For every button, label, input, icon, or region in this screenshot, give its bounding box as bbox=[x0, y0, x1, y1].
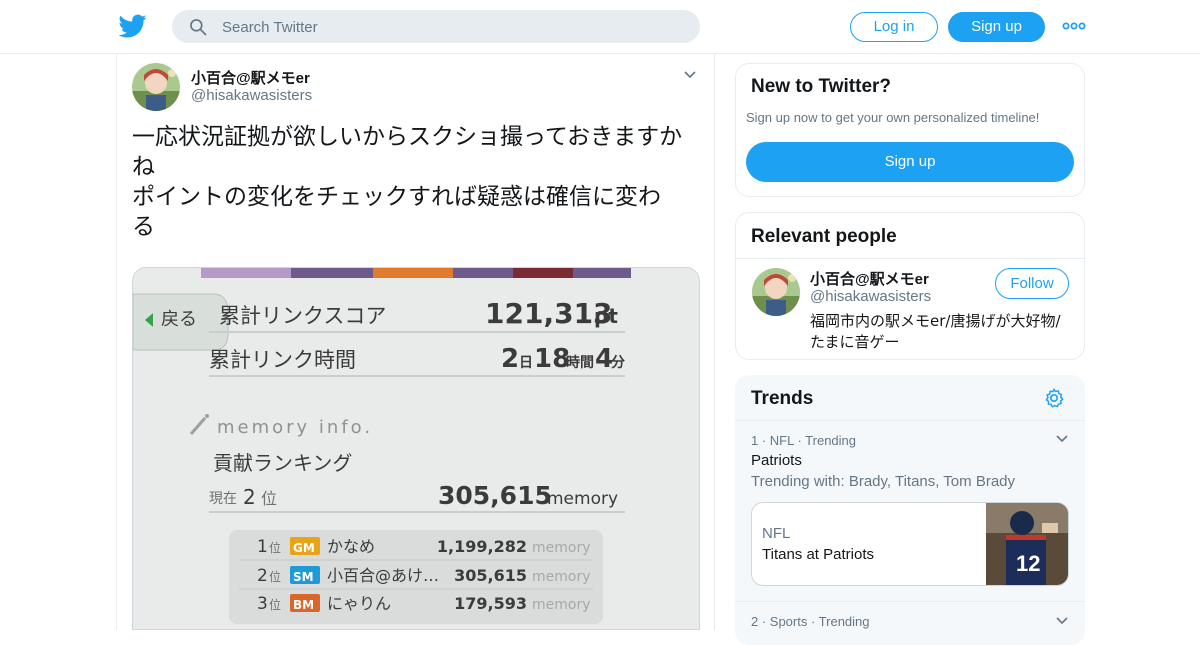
ranking-rank: 1 bbox=[257, 537, 268, 557]
chevron-down-icon[interactable] bbox=[1055, 614, 1069, 628]
ranking-badge-label: GM bbox=[293, 541, 315, 555]
current-label: 現在 bbox=[209, 491, 237, 507]
current-rank: 2 bbox=[243, 485, 256, 509]
relevant-people-title: Relevant people bbox=[751, 226, 897, 247]
divider bbox=[735, 601, 1085, 602]
link-time-minutes-unit: 分 bbox=[611, 355, 625, 371]
signup-button[interactable]: Sign up bbox=[948, 12, 1045, 42]
search-bar[interactable] bbox=[172, 10, 700, 43]
ranking-name: にゃりん bbox=[327, 594, 391, 613]
tweet-column: 小百合@駅メモer @hisakawasisters 一応状況証拠が欲しいからス… bbox=[116, 54, 715, 630]
relevant-person-bio: 福岡市内の駅メモer/唐揚げが大好物/ たまに音ゲー bbox=[810, 311, 1075, 353]
ranking-value: 305,615 bbox=[454, 566, 527, 585]
trend-meta: 1 · NFL · Trending bbox=[751, 433, 857, 448]
link-time-days-unit: 日 bbox=[519, 355, 533, 371]
tweet-line: ね bbox=[132, 154, 155, 180]
ranking-rank-unit: 位 bbox=[269, 569, 281, 584]
link-score-unit: pt bbox=[594, 304, 618, 328]
avatar-image bbox=[132, 63, 180, 111]
link-time-hours: 18 bbox=[534, 344, 570, 374]
ranking-value: 179,593 bbox=[454, 594, 527, 613]
event-photo: 12 bbox=[986, 503, 1068, 585]
event-title: Titans at Patriots bbox=[762, 546, 874, 563]
ranking-rank-unit: 位 bbox=[269, 597, 281, 612]
link-time-days: 2 bbox=[501, 344, 519, 374]
tweet-author-name[interactable]: 小百合@駅メモer bbox=[191, 67, 310, 88]
ranking-badge-label: SM bbox=[293, 570, 314, 584]
twitter-bird-icon[interactable] bbox=[119, 12, 147, 40]
ranking-value: 1,199,282 bbox=[437, 537, 527, 556]
login-button[interactable]: Log in bbox=[850, 12, 938, 42]
link-time-hours-unit: 時間 bbox=[566, 354, 594, 371]
trends-card: Trends 1 · NFL · Trending Patriots Trend… bbox=[735, 375, 1085, 645]
gear-icon[interactable] bbox=[1043, 387, 1065, 409]
new-to-twitter-text: Sign up now to get your own personalized… bbox=[746, 110, 1040, 125]
back-label: 戻る bbox=[161, 309, 197, 330]
ranking-rank: 2 bbox=[257, 566, 268, 586]
bio-line: たまに音ゲー bbox=[810, 333, 900, 351]
trend-title[interactable]: Patriots bbox=[751, 452, 802, 469]
ranking-unit: memory bbox=[532, 540, 591, 556]
current-memory: 305,615 bbox=[438, 481, 552, 510]
relevant-person-name[interactable]: 小百合@駅メモer bbox=[810, 268, 929, 289]
tweet-author-handle[interactable]: @hisakawasisters bbox=[191, 87, 312, 104]
avatar[interactable] bbox=[132, 63, 180, 111]
ranking-name: かなめ bbox=[327, 537, 375, 556]
tweet-line: ポイントの変化をチェックすれば疑惑は確信に変わ bbox=[132, 184, 661, 210]
trend-event-card[interactable]: NFL Titans at Patriots 12 bbox=[751, 502, 1069, 586]
chevron-down-icon[interactable] bbox=[683, 68, 697, 82]
trends-title: Trends bbox=[751, 388, 814, 409]
event-category: NFL bbox=[762, 525, 791, 542]
memory-info-label: memory info. bbox=[217, 417, 373, 438]
divider bbox=[735, 420, 1085, 421]
sidebar-signup-button[interactable]: Sign up bbox=[746, 142, 1074, 182]
link-score-label: 累計リンクスコア bbox=[219, 304, 386, 328]
divider bbox=[736, 258, 1084, 259]
ranking-rank: 3 bbox=[257, 594, 268, 614]
search-input[interactable] bbox=[222, 16, 682, 38]
tweet-media-image[interactable]: 戻る 累計リンクスコア 121,313 pt 累計リンク時間 2 日 18 時間… bbox=[132, 267, 700, 630]
tweet-line: 一応状況証拠が欲しいからスクショ撮っておきますか bbox=[132, 124, 683, 150]
chevron-down-icon[interactable] bbox=[1055, 432, 1069, 446]
ranking-name: 小百合@あけ… bbox=[327, 566, 439, 585]
game-screenshot: 戻る 累計リンクスコア 121,313 pt 累計リンク時間 2 日 18 時間… bbox=[133, 268, 699, 629]
top-bar: Log in Sign up bbox=[0, 0, 1200, 54]
relevant-people-card: Relevant people 小百合@駅メモer @hisakawasiste… bbox=[735, 212, 1085, 360]
current-memory-unit: memory bbox=[547, 489, 618, 509]
new-to-twitter-title: New to Twitter? bbox=[751, 76, 892, 97]
svg-text:12: 12 bbox=[1016, 551, 1040, 576]
ranking-unit: memory bbox=[532, 569, 591, 585]
bio-line: 福岡市内の駅メモer/唐揚げが大好物/ bbox=[810, 312, 1061, 330]
search-icon bbox=[190, 19, 207, 36]
avatar-image bbox=[752, 268, 800, 316]
link-time-label: 累計リンク時間 bbox=[209, 348, 356, 372]
tweet-line: る bbox=[132, 214, 155, 240]
current-rank-unit: 位 bbox=[261, 489, 277, 508]
ranking-badge-label: BM bbox=[293, 598, 314, 612]
ranking-title: 貢献ランキング bbox=[213, 451, 352, 475]
new-to-twitter-card: New to Twitter? Sign up now to get your … bbox=[735, 63, 1085, 197]
tweet-text: 一応状況証拠が欲しいからスクショ撮っておきますか ね ポイントの変化をチェックす… bbox=[132, 122, 707, 242]
follow-button[interactable]: Follow bbox=[995, 268, 1069, 299]
ranking-row: 2 位 SM 小百合@あけ… 305,615 memory bbox=[257, 566, 591, 586]
ranking-unit: memory bbox=[532, 597, 591, 613]
trend-related: Trending with: Brady, Titans, Tom Brady bbox=[751, 473, 1016, 490]
relevant-person-handle[interactable]: @hisakawasisters bbox=[810, 288, 931, 305]
ranking-rank-unit: 位 bbox=[269, 540, 281, 555]
trend-meta: 2 · Sports · Trending bbox=[751, 614, 870, 629]
avatar[interactable] bbox=[752, 268, 800, 316]
more-dots-icon[interactable] bbox=[1062, 18, 1086, 34]
